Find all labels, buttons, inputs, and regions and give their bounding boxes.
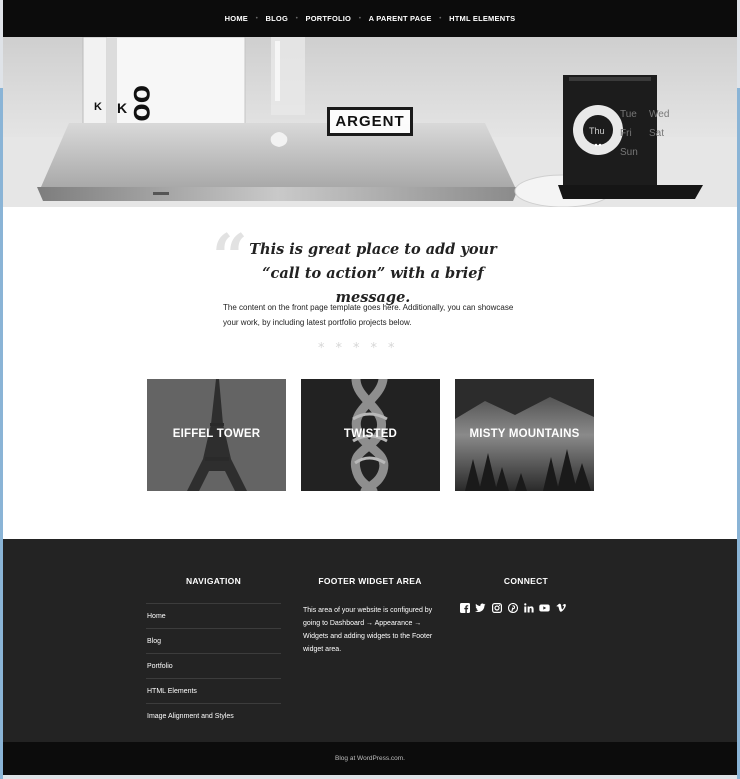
facebook-icon[interactable] xyxy=(459,602,470,613)
svg-text:Wed: Wed xyxy=(649,109,669,120)
footer-nav-item-home[interactable]: Home xyxy=(146,603,281,628)
svg-text:Thu: Thu xyxy=(589,126,605,136)
top-navigation: HOME • BLOG • PORTFOLIO • A PARENT PAGE … xyxy=(3,0,737,37)
footer: NAVIGATION Home Blog Portfolio HTML Elem… xyxy=(3,539,737,742)
books: K K ool xyxy=(82,37,246,130)
linkedin-icon[interactable] xyxy=(523,602,534,613)
site-credit-bar: Blog at WordPress.com. xyxy=(3,742,737,775)
nav-item-portfolio[interactable]: PORTFOLIO xyxy=(300,14,358,23)
page: HOME • BLOG • PORTFOLIO • A PARENT PAGE … xyxy=(3,0,737,779)
svg-text:K: K xyxy=(117,100,127,116)
twitter-icon[interactable] xyxy=(475,602,486,613)
nav-item-parent-page[interactable]: A PARENT PAGE xyxy=(363,14,438,23)
portfolio-tile-title: TWISTED xyxy=(343,428,398,440)
footer-widget-text: This area of your website is configured … xyxy=(303,607,433,653)
nav-item-html-elements[interactable]: HTML ELEMENTS xyxy=(443,14,521,23)
wordpress-credit-link[interactable]: Blog at WordPress.com. xyxy=(335,755,405,762)
footer-nav-item-portfolio[interactable]: Portfolio xyxy=(146,653,281,678)
portfolio-tile-title: EIFFEL TOWER xyxy=(172,428,261,440)
footer-nav-item-image-alignment[interactable]: Image Alignment and Styles xyxy=(146,703,281,728)
svg-text:Sat: Sat xyxy=(649,128,664,139)
nav-item-blog[interactable]: BLOG xyxy=(260,14,294,23)
portfolio-tile-twisted[interactable]: TWISTED xyxy=(301,379,440,491)
portfolio-tile-misty-mountains[interactable]: MISTY MOUNTAINS xyxy=(455,379,594,491)
call-to-action: “ This is great place to add your “call … xyxy=(3,207,737,357)
portfolio-tile-eiffel-tower[interactable]: EIFFEL TOWER xyxy=(147,379,286,491)
instagram-icon[interactable] xyxy=(491,602,502,613)
portfolio-tile-title: MISTY MOUNTAINS xyxy=(469,428,580,440)
bottom-strip xyxy=(3,775,737,779)
youtube-icon[interactable] xyxy=(539,602,550,613)
site-title[interactable]: ARGENT xyxy=(327,107,413,136)
footer-navigation-title: NAVIGATION xyxy=(185,576,242,586)
footer-nav-item-blog[interactable]: Blog xyxy=(146,628,281,653)
star-icon: * xyxy=(370,341,378,356)
footer-nav-item-html-elements[interactable]: HTML Elements xyxy=(146,678,281,703)
pinterest-icon[interactable] xyxy=(507,602,518,613)
svg-text:Fri: Fri xyxy=(620,128,632,139)
nav-item-home[interactable]: HOME xyxy=(219,14,254,23)
svg-text:Tue: Tue xyxy=(620,109,637,120)
vimeo-icon[interactable] xyxy=(555,602,566,613)
portfolio-grid: EIFFEL TOWER TWISTED MISTY MOUNTAINS xyxy=(3,357,737,509)
star-icon: * xyxy=(353,341,360,356)
laptop xyxy=(37,123,519,201)
svg-text:K: K xyxy=(94,101,102,113)
svg-text:Sun: Sun xyxy=(620,147,638,158)
footer-connect-title: CONNECT xyxy=(503,576,549,586)
star-divider: * * * * * xyxy=(318,341,395,356)
star-icon: * xyxy=(335,341,343,356)
footer-widget-title: FOOTER WIDGET AREA xyxy=(318,576,422,586)
cta-text: The content on the front page template g… xyxy=(223,303,514,327)
hero-header: K K ool Tue Wed Thu Fri Sat Sun ARGENT xyxy=(3,37,737,207)
footer-navigation-list: Home Blog Portfolio HTML Elements Image … xyxy=(146,603,281,728)
star-icon: * xyxy=(318,341,325,356)
social-links xyxy=(459,602,566,613)
star-icon: * xyxy=(388,341,395,356)
